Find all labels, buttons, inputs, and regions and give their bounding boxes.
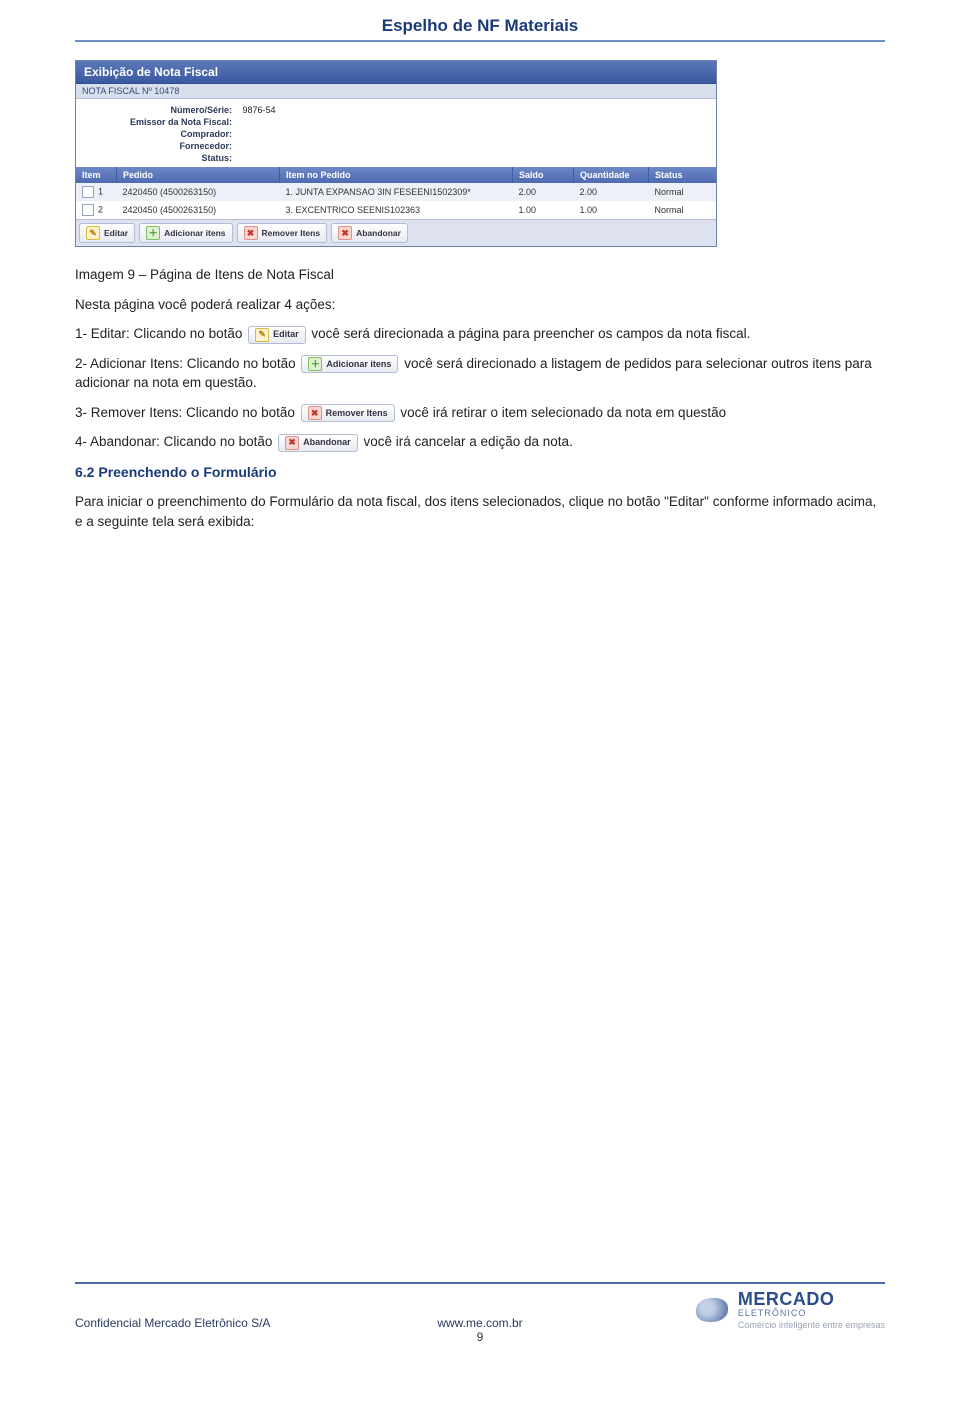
cell-quantidade: 2.00	[574, 183, 649, 201]
brand-name: MERCADO	[738, 1290, 885, 1308]
header-rule	[75, 40, 885, 42]
cell-item: 1	[98, 186, 103, 196]
col-pedido[interactable]: Pedido	[117, 167, 280, 183]
cell-descricao: 3. EXCENTRICO SEENIS102363	[280, 201, 513, 219]
action-item-1: 1- Editar: Clicando no botão ✎ Editar vo…	[75, 324, 885, 344]
figure-caption: Imagem 9 – Página de Itens de Nota Fisca…	[75, 265, 885, 285]
cell-pedido: 2420450 (4500263150)	[117, 183, 280, 201]
cell-pedido: 2420450 (4500263150)	[117, 201, 280, 219]
plus-icon: ＋	[308, 357, 322, 371]
brand-sub: ELETRÔNICO	[738, 1308, 885, 1318]
button-label: Adicionar itens	[326, 358, 391, 371]
page-title: Espelho de NF Materiais	[75, 16, 885, 36]
text-span: você irá retirar o item selecionado da n…	[400, 405, 726, 420]
action-item-3: 3- Remover Itens: Clicando no botão ✖ Re…	[75, 403, 885, 423]
cell-saldo: 1.00	[513, 201, 574, 219]
col-status[interactable]: Status	[649, 167, 717, 183]
body-text: Imagem 9 – Página de Itens de Nota Fisca…	[75, 265, 885, 531]
inline-editar-button[interactable]: ✎ Editar	[248, 326, 306, 344]
text-span: 3- Remover Itens: Clicando no botão	[75, 405, 299, 420]
col-item-pedido[interactable]: Item no Pedido	[280, 167, 513, 183]
section-body: Para iniciar o preenchimento do Formulár…	[75, 492, 885, 531]
x-icon: ✖	[244, 226, 258, 240]
nf-panel: Exibição de Nota Fiscal NOTA FISCAL Nº 1…	[75, 60, 717, 247]
pencil-icon: ✎	[255, 328, 269, 342]
footer-url: www.me.com.br	[437, 1316, 522, 1330]
text-span: você será direcionada a página para pree…	[311, 326, 750, 341]
x-icon: ✖	[308, 406, 322, 420]
button-label: Editar	[273, 328, 299, 341]
button-label: Remover Itens	[326, 407, 388, 420]
footer-confidential: Confidencial Mercado Eletrônico S/A	[75, 1316, 270, 1330]
inline-abandonar-button[interactable]: ✖ Abandonar	[278, 434, 358, 452]
button-label: Abandonar	[356, 228, 401, 238]
cell-item: 2	[98, 204, 103, 214]
remover-itens-button[interactable]: ✖ Remover Itens	[237, 223, 328, 243]
table-row: 2 2420450 (4500263150) 3. EXCENTRICO SEE…	[76, 201, 716, 219]
text-span: você irá cancelar a edição da nota.	[363, 434, 572, 449]
field-label-emissor: Emissor da Nota Fiscal:	[82, 117, 232, 127]
button-label: Abandonar	[303, 436, 351, 449]
field-label-comprador: Comprador:	[82, 129, 232, 139]
cell-saldo: 2.00	[513, 183, 574, 201]
abandonar-button[interactable]: ✖ Abandonar	[331, 223, 408, 243]
cell-status: Normal	[649, 201, 717, 219]
field-value-numero-serie: 9876-54	[243, 105, 276, 115]
button-label: Adicionar itens	[164, 228, 225, 238]
editar-button[interactable]: ✎ Editar	[79, 223, 135, 243]
panel-title: Exibição de Nota Fiscal	[76, 61, 716, 84]
pencil-icon: ✎	[86, 226, 100, 240]
inline-remover-button[interactable]: ✖ Remover Itens	[301, 404, 395, 422]
intro-line: Nesta página você poderá realizar 4 açõe…	[75, 295, 885, 315]
page-footer: Confidencial Mercado Eletrônico S/A www.…	[75, 1282, 885, 1330]
button-label: Editar	[104, 228, 128, 238]
stop-icon: ✖	[338, 226, 352, 240]
panel-subband: NOTA FISCAL Nº 10478	[76, 84, 716, 99]
panel-fields: Número/Série: 9876-54 Emissor da Nota Fi…	[76, 99, 716, 167]
inline-adicionar-button[interactable]: ＋ Adicionar itens	[301, 355, 398, 373]
cell-descricao: 1. JUNTA EXPANSAO 3IN FESEENI1502309*	[280, 183, 513, 201]
stop-icon: ✖	[285, 436, 299, 450]
col-item[interactable]: Item	[76, 167, 117, 183]
brand-tagline: Comércio inteligente entre empresas	[738, 1320, 885, 1330]
field-label-numero-serie: Número/Série:	[82, 105, 232, 115]
button-label: Remover Itens	[262, 228, 321, 238]
col-quantidade[interactable]: Quantidade	[574, 167, 649, 183]
col-saldo[interactable]: Saldo	[513, 167, 574, 183]
text-span: 2- Adicionar Itens: Clicando no botão	[75, 356, 299, 371]
table-row: 1 2420450 (4500263150) 1. JUNTA EXPANSAO…	[76, 183, 716, 201]
panel-toolbar: ✎ Editar ＋ Adicionar itens ✖ Remover Ite…	[76, 219, 716, 246]
text-span: 1- Editar: Clicando no botão	[75, 326, 246, 341]
text-span: 4- Abandonar: Clicando no botão	[75, 434, 276, 449]
brand-logo-icon	[696, 1298, 728, 1322]
adicionar-itens-button[interactable]: ＋ Adicionar itens	[139, 223, 232, 243]
action-item-4: 4- Abandonar: Clicando no botão ✖ Abando…	[75, 432, 885, 452]
field-label-fornecedor: Fornecedor:	[82, 141, 232, 151]
section-heading: 6.2 Preenchendo o Formulário	[75, 462, 885, 482]
page-number: 9	[477, 1330, 484, 1344]
row-checkbox[interactable]	[82, 186, 94, 198]
field-label-status: Status:	[82, 153, 232, 163]
cell-quantidade: 1.00	[574, 201, 649, 219]
row-checkbox[interactable]	[82, 204, 94, 216]
action-item-2: 2- Adicionar Itens: Clicando no botão ＋ …	[75, 354, 885, 393]
cell-status: Normal	[649, 183, 717, 201]
plus-icon: ＋	[146, 226, 160, 240]
nf-table: Item Pedido Item no Pedido Saldo Quantid…	[76, 167, 716, 219]
